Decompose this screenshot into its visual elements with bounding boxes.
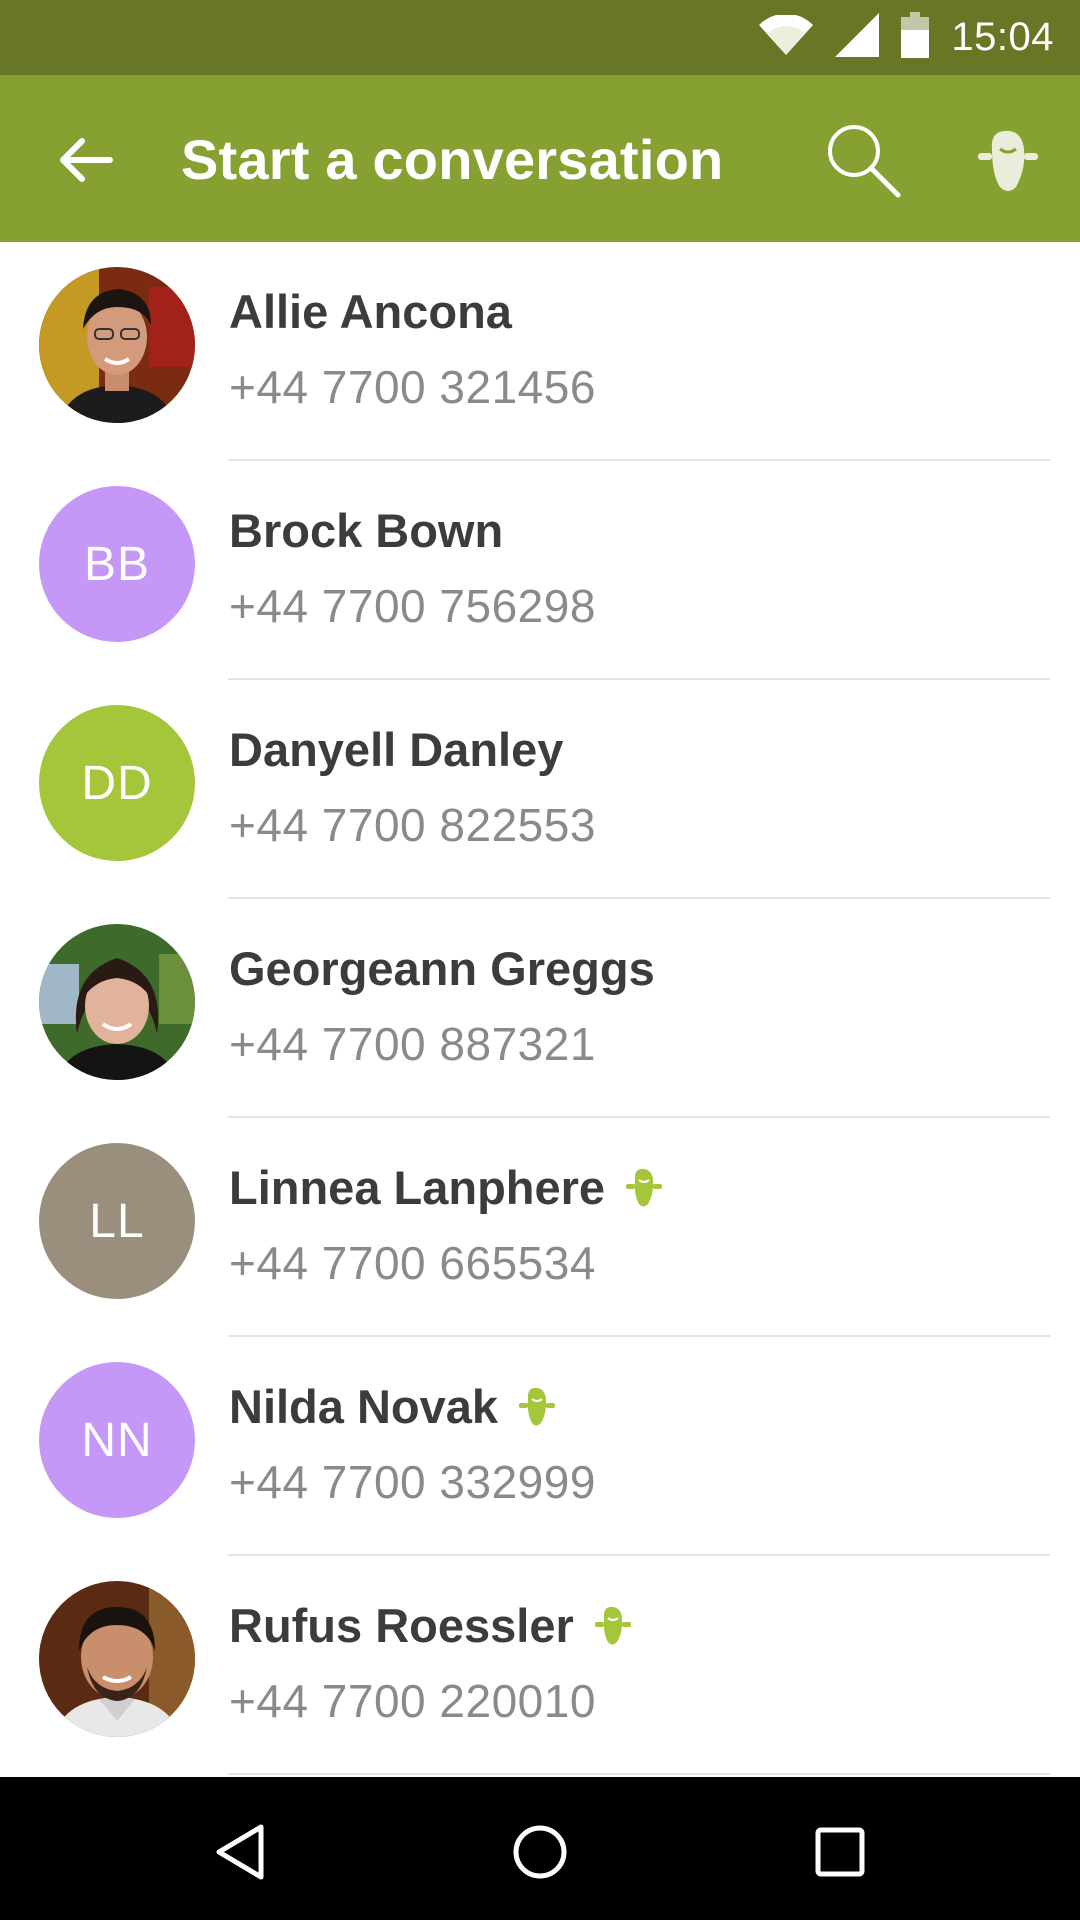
contact-name: Nilda Novak [229,1379,556,1434]
contact-row[interactable]: Georgeann Greggs +44 7700 887321 [0,899,1080,1118]
avatar [39,1581,195,1737]
contact-row[interactable]: Allie Ancona +44 7700 321456 [0,242,1080,461]
contact-list: Allie Ancona +44 7700 321456 BB Brock Bo… [0,242,1080,1777]
avatar: NN [39,1362,195,1518]
app-user-badge-icon [623,1166,663,1210]
wifi-icon [759,13,814,60]
status-time: 15:04 [951,15,1054,59]
contact-row[interactable]: LL Linnea Lanphere +44 7700 665534 [0,1118,1080,1337]
search-button[interactable] [820,117,910,207]
app-bar: Start a conversation [0,75,1080,242]
contact-row[interactable]: Rufus Roessler +44 7700 220010 [0,1556,1080,1775]
app-user-badge-icon [592,1604,632,1648]
contact-phone: +44 7700 887321 [229,1018,596,1070]
arrow-back-icon [60,138,113,182]
avatar [39,924,195,1080]
page-title: Start a conversation [181,128,724,191]
search-icon [828,125,901,198]
avatar [39,267,195,423]
contact-phone: +44 7700 822553 [229,799,596,851]
system-nav-bar [0,1777,1080,1920]
nav-home-icon [513,1825,567,1879]
nav-back-icon [216,1824,264,1880]
contact-name: Danyell Danley [229,723,564,776]
nav-back-button[interactable] [205,1817,275,1887]
mascot-icon [978,130,1038,191]
app-user-badge-icon [516,1385,556,1429]
contact-phone: +44 7700 665534 [229,1237,596,1289]
nav-home-button[interactable] [505,1817,575,1887]
contact-row[interactable]: DD Danyell Danley +44 7700 822553 [0,680,1080,899]
contact-phone: +44 7700 220010 [229,1675,596,1727]
avatar: DD [39,705,195,861]
nav-recents-button[interactable] [805,1817,875,1887]
status-bar: 15:04 [0,0,1080,75]
contact-name: Allie Ancona [229,285,512,338]
cell-signal-icon [835,13,880,62]
contact-phone: +44 7700 332999 [229,1456,596,1508]
avatar: LL [39,1143,195,1299]
nav-recents-icon [815,1827,865,1877]
contact-name: Rufus Roessler [229,1598,632,1653]
contact-name: Linnea Lanphere [229,1160,663,1215]
battery-icon [901,12,930,63]
contact-phone: +44 7700 321456 [229,361,596,413]
contact-row[interactable]: BB Brock Bown +44 7700 756298 [0,461,1080,680]
divider [228,1773,1050,1775]
contact-row[interactable]: NN Nilda Novak +44 7700 332999 [0,1337,1080,1556]
avatar: BB [39,486,195,642]
contact-name: Brock Bown [229,504,504,557]
mascot-button[interactable] [970,119,1050,199]
back-button[interactable] [50,125,120,195]
contact-phone: +44 7700 756298 [229,580,596,632]
contact-name: Georgeann Greggs [229,942,655,995]
